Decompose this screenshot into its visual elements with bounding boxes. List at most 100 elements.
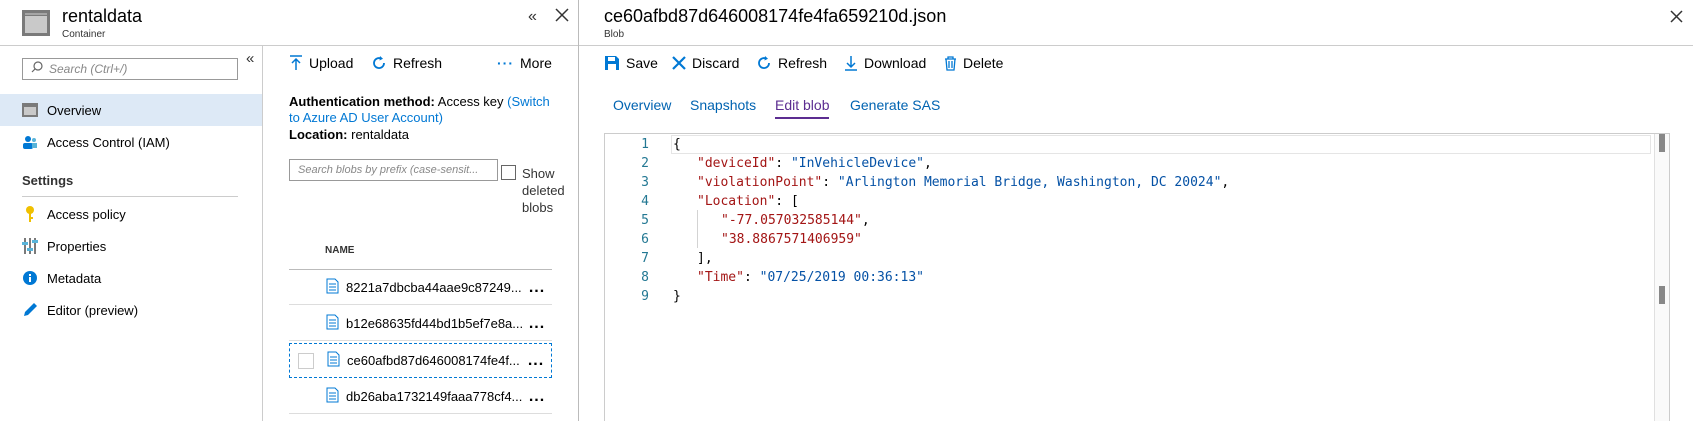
search-icon [31, 60, 43, 78]
info-icon [22, 270, 38, 286]
discard-button[interactable]: Discard [672, 55, 739, 71]
auth-method-value: Access key [437, 94, 504, 109]
code-line-1: { [673, 137, 681, 152]
sidebar-item-properties[interactable]: Properties [0, 230, 262, 262]
properties-icon [22, 238, 38, 254]
blob-row-more-icon[interactable]: ... [522, 388, 552, 406]
line-number: 5 [641, 213, 649, 228]
blob-name: 8221a7dbcba44aae9c87249... [346, 280, 522, 295]
line-number: 3 [641, 175, 649, 190]
tab-snapshots[interactable]: Snapshots [690, 97, 756, 113]
refresh-label: Refresh [778, 55, 828, 71]
sidebar-search-placeholder: Search (Ctrl+/) [49, 62, 128, 76]
more-label: More [520, 55, 552, 71]
name-column-header[interactable]: NAME [325, 245, 354, 256]
iam-icon [22, 134, 38, 150]
sidebar-search[interactable]: Search (Ctrl+/) [22, 58, 238, 80]
row-checkbox[interactable] [298, 353, 314, 369]
delete-button[interactable]: Delete [944, 55, 1003, 71]
save-button[interactable]: Save [604, 55, 658, 71]
blob-row-more-icon[interactable]: ... [522, 279, 552, 297]
sidebar-item-overview[interactable]: Overview [0, 94, 262, 126]
sidebar-item-label: Metadata [47, 270, 102, 286]
more-button[interactable]: ··· More [497, 55, 552, 71]
code-line-3: "violationPoint": "Arlington Memorial Br… [697, 175, 1230, 190]
key-icon [22, 206, 38, 222]
blob-row-more-icon[interactable]: ... [522, 315, 552, 333]
blob-row[interactable]: b12e68635fd44bd1b5ef7e8a... ... [289, 307, 552, 341]
editor-scrollbar[interactable] [1654, 134, 1669, 421]
line-number: 8 [641, 270, 649, 285]
upload-label: Upload [309, 55, 354, 71]
tab-overview[interactable]: Overview [613, 97, 671, 113]
blob-name: db26aba1732149faaa778cf4... [346, 389, 522, 404]
switch-auth-link[interactable]: to Azure AD User Account) [289, 110, 443, 125]
code-content: { "deviceId": "InVehicleDevice", "violat… [671, 134, 1651, 314]
line-number: 7 [641, 251, 649, 266]
refresh-button[interactable]: Refresh [371, 55, 442, 71]
panel-divider [578, 0, 579, 421]
show-deleted-label-1: Show [522, 166, 555, 181]
download-button[interactable]: Download [844, 55, 926, 71]
sidebar-item-editor[interactable]: Editor (preview) [0, 294, 262, 326]
upload-button[interactable]: Upload [289, 55, 353, 71]
code-line-7: ], [697, 251, 713, 266]
sidebar-item-label: Overview [47, 102, 102, 118]
blob-row-more-icon[interactable]: ... [521, 352, 551, 370]
download-icon [844, 55, 858, 71]
auth-method: Authentication method: Access key (Switc… [289, 93, 569, 110]
sidebar-item-iam[interactable]: Access Control (IAM) [0, 126, 262, 158]
sidebar-item-label: Editor (preview) [47, 302, 139, 318]
blob-title: ce60afbd87d646008174fe4fa659210d.json [604, 6, 947, 26]
container-icon [22, 10, 50, 36]
download-label: Download [864, 55, 927, 71]
blob-search-placeholder: Search blobs by prefix (case-sensit... [298, 164, 479, 176]
code-line-4: "Location": [ [697, 194, 799, 209]
sidebar-item-access-policy[interactable]: Access policy [0, 198, 262, 230]
tab-edit-blob[interactable]: Edit blob [775, 97, 830, 119]
code-line-8: "Time": "07/25/2019 00:36:13" [697, 270, 924, 285]
code-editor[interactable]: 1 2 3 4 5 6 7 8 9 { "deviceId": "InVehic… [604, 133, 1670, 421]
overview-icon [22, 102, 38, 118]
refresh-icon [371, 55, 387, 71]
sidebar-item-label: Properties [47, 238, 107, 254]
refresh-icon [756, 55, 772, 71]
container-subtitle: Container [62, 29, 106, 40]
tab-generate-sas[interactable]: Generate SAS [850, 97, 940, 113]
trash-icon [944, 55, 957, 71]
show-deleted-checkbox[interactable] [501, 165, 516, 180]
pencil-icon [22, 302, 38, 318]
header-divider [0, 45, 578, 46]
document-icon [326, 387, 339, 406]
indent-guide [697, 210, 698, 248]
auth-method-label: Authentication method: [289, 94, 435, 109]
scrollbar-thumb-top[interactable] [1659, 134, 1665, 152]
line-number: 2 [641, 156, 649, 171]
show-deleted-label-2: deleted [522, 183, 565, 198]
code-line-9: } [673, 289, 681, 304]
save-icon [604, 55, 620, 71]
line-number: 4 [641, 194, 649, 209]
sidebar-item-metadata[interactable]: Metadata [0, 262, 262, 294]
blob-row[interactable]: 8221a7dbcba44aae9c87249... ... [289, 271, 552, 305]
document-icon [326, 314, 339, 333]
discard-label: Discard [692, 55, 740, 71]
blob-row-selected[interactable]: ce60afbd87d646008174fe4f... ... [289, 343, 552, 378]
refresh-label: Refresh [393, 55, 443, 71]
settings-divider [22, 196, 238, 197]
blob-subtitle: Blob [604, 29, 625, 40]
blob-row[interactable]: db26aba1732149faaa778cf4... ... [289, 380, 552, 414]
close-icon[interactable] [555, 8, 569, 27]
collapse-panel-icon[interactable]: « [528, 8, 537, 26]
editor-refresh-button[interactable]: Refresh [756, 55, 827, 71]
blob-search-input[interactable]: Search blobs by prefix (case-sensit... [289, 159, 498, 181]
scrollbar-thumb[interactable] [1659, 286, 1665, 304]
save-label: Save [626, 55, 658, 71]
settings-section-label: Settings [22, 173, 74, 188]
editor-close-icon[interactable] [1670, 10, 1683, 28]
container-title: rentaldata [62, 6, 143, 26]
switch-auth-link-1[interactable]: (Switch [507, 94, 550, 109]
delete-label: Delete [963, 55, 1004, 71]
sidebar-collapse-icon[interactable]: « [246, 50, 254, 67]
column-header-divider [289, 269, 552, 270]
